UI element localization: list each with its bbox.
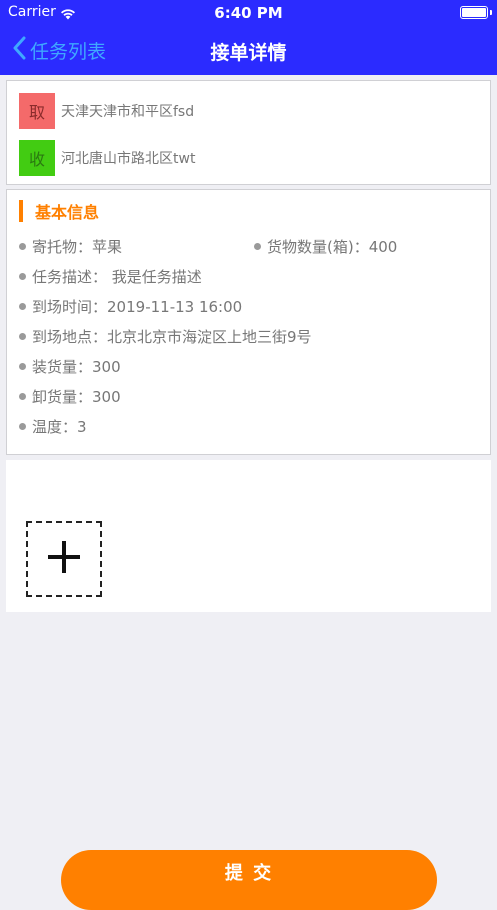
bullet-dot — [19, 273, 26, 280]
field-arrival-location: 到场地点： 北京北京市海淀区上地三街9号 — [19, 326, 312, 347]
field-value: 400 — [368, 237, 398, 256]
add-photo-button[interactable] — [26, 521, 102, 597]
field-label: 货物数量(箱)： — [267, 238, 369, 256]
receive-address-row: 收 河北唐山市路北区twt — [19, 140, 195, 176]
field-quantity: 货物数量(箱)： 400 — [254, 236, 397, 257]
bullet-dot — [19, 363, 26, 370]
section-title: 基本信息 — [35, 203, 100, 222]
bullet-dot — [19, 243, 26, 250]
field-value: 苹果 — [92, 238, 123, 256]
address-card: 取 天津天津市和平区fsd 收 河北唐山市路北区twt — [6, 80, 491, 185]
field-value: 3 — [77, 417, 87, 436]
status-bar: Carrier 6:40 PM — [0, 0, 497, 26]
bullet-dot — [19, 423, 26, 430]
page-title: 接单详情 — [210, 42, 287, 64]
section-header: 基本信息 — [19, 200, 99, 222]
pickup-address-row: 取 天津天津市和平区fsd — [19, 93, 194, 129]
field-label: 寄托物： — [32, 238, 93, 256]
field-description: 任务描述： 我是任务描述 — [19, 266, 202, 287]
field-label: 到场地点： — [32, 328, 108, 346]
pickup-tag: 取 — [19, 93, 55, 129]
bullet-dot — [19, 393, 26, 400]
field-item: 寄托物： 苹果 — [19, 236, 122, 257]
field-value: 300 — [92, 387, 121, 406]
field-label: 卸货量： — [32, 388, 93, 406]
nav-bar: 任务列表 接单详情 — [0, 26, 497, 75]
field-label: 任务描述： — [32, 268, 108, 286]
field-label: 装货量： — [32, 358, 93, 376]
field-label: 温度： — [32, 418, 78, 436]
status-time: 6:40 PM — [214, 4, 283, 22]
receive-address: 河北唐山市路北区twt — [61, 151, 196, 167]
field-value: 2019-11-13 16:00 — [107, 297, 243, 316]
field-value: 北京北京市海淀区上地三街9号 — [107, 328, 312, 346]
field-label: 到场时间： — [32, 298, 108, 316]
bullet-dot — [19, 303, 26, 310]
section-accent-bar — [19, 200, 23, 222]
field-temperature: 温度： 3 — [19, 416, 87, 437]
field-value: 我是任务描述 — [107, 268, 202, 286]
receive-tag: 收 — [19, 140, 55, 176]
submit-button[interactable]: 提 交 — [61, 850, 437, 910]
field-unload-amount: 卸货量： 300 — [19, 386, 121, 407]
plus-icon — [47, 540, 81, 578]
bullet-dot — [19, 333, 26, 340]
photo-upload-area — [6, 460, 491, 612]
field-load-amount: 装货量： 300 — [19, 356, 121, 377]
bullet-dot — [254, 243, 261, 250]
battery-icon — [460, 6, 488, 19]
field-arrival-time: 到场时间： 2019-11-13 16:00 — [19, 296, 242, 317]
field-value: 300 — [92, 357, 121, 376]
basic-info-card: 基本信息 寄托物： 苹果 货物数量(箱)： 400 任务描述： 我是任务描述 到场时… — [6, 189, 491, 455]
battery-cap — [490, 10, 492, 15]
pickup-address: 天津天津市和平区fsd — [61, 104, 195, 120]
